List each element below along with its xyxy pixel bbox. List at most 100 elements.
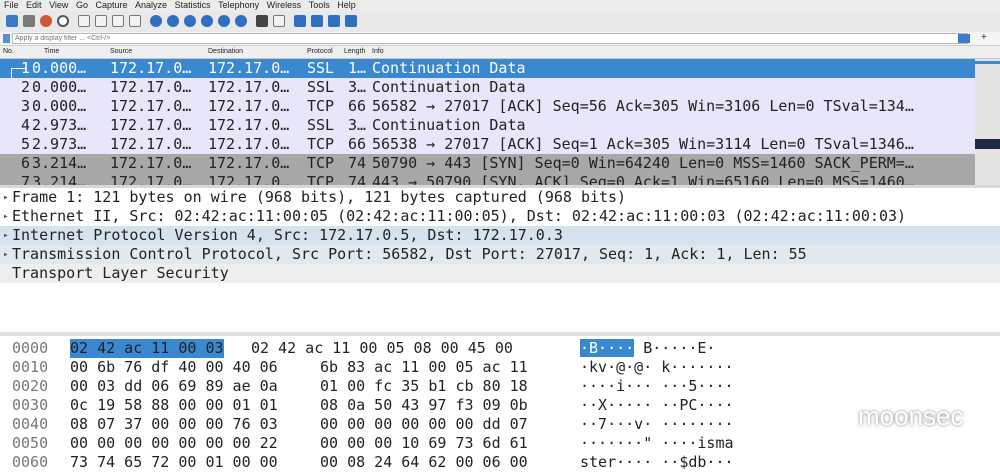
menu-statistics[interactable]: Statistics	[175, 0, 211, 10]
zoom-out-icon[interactable]	[311, 15, 323, 27]
ascii-text: ··7···v· ········	[580, 415, 734, 433]
ascii-text: ····i··· ···5····	[580, 377, 734, 395]
hex-bytes: 00 00 00 10 69 73 6d 61	[320, 434, 528, 452]
stop-capture-icon[interactable]	[23, 15, 35, 27]
packet-info: Continuation Data	[372, 78, 526, 96]
packet-protocol: SSL	[307, 59, 335, 77]
expand-arrow-icon[interactable]: ▶	[4, 226, 8, 245]
display-filter-bar: +	[0, 32, 1000, 46]
col-time[interactable]: Time	[44, 46, 59, 58]
packet-destination: 172.17.0…	[208, 59, 290, 77]
main-toolbar	[0, 11, 1000, 33]
resize-columns-icon[interactable]	[345, 15, 357, 27]
packet-time: 3.214…	[32, 173, 87, 185]
packet-row[interactable]: 3 0.000… 172.17.0… 172.17.0… TCP 66 5658…	[0, 97, 975, 116]
packet-time: 3.214…	[32, 154, 87, 172]
hex-offset: 0030	[12, 396, 49, 414]
save-file-icon[interactable]	[95, 15, 107, 27]
packet-length: 66	[348, 135, 367, 153]
col-info[interactable]: Info	[372, 46, 384, 58]
capture-options-icon[interactable]	[57, 15, 69, 27]
restart-capture-icon[interactable]	[40, 15, 52, 27]
menu-view[interactable]: View	[49, 0, 68, 10]
detail-ipv4[interactable]: ▶ Internet Protocol Version 4, Src: 172.…	[0, 226, 1000, 245]
detail-tcp[interactable]: ▶ Transmission Control Protocol, Src Por…	[0, 245, 1000, 264]
hex-offset: 0010	[12, 358, 49, 376]
watermark-text: moonsec	[858, 400, 964, 431]
bookmark-icon[interactable]	[3, 34, 10, 43]
menu-help[interactable]: Help	[337, 0, 356, 10]
packet-protocol: TCP	[307, 135, 335, 153]
col-protocol[interactable]: Protocol	[307, 46, 333, 58]
go-to-packet-icon[interactable]	[201, 15, 213, 27]
col-length[interactable]: Length	[344, 46, 365, 58]
col-destination[interactable]: Destination	[208, 46, 243, 58]
hex-row[interactable]: 0020 00 03 dd 06 69 89 ae 0a 01 00 fc 35…	[0, 377, 1000, 396]
expand-arrow-icon[interactable]: ▶	[4, 207, 8, 226]
expand-arrow-icon[interactable]: ▶	[4, 188, 8, 207]
packet-row[interactable]: 1 0.000… 172.17.0… 172.17.0… SSL 1… Cont…	[0, 59, 975, 78]
hex-row[interactable]: 0050 00 00 00 00 00 00 00 22 00 00 00 10…	[0, 434, 1000, 453]
last-packet-icon[interactable]	[235, 15, 247, 27]
packet-source: 172.17.0…	[110, 59, 192, 77]
detail-frame[interactable]: ▶ Frame 1: 121 bytes on wire (968 bits),…	[0, 188, 1000, 207]
packet-protocol: SSL	[307, 116, 335, 134]
col-source[interactable]: Source	[110, 46, 132, 58]
menu-telephony[interactable]: Telephony	[218, 0, 259, 10]
menu-wireless[interactable]: Wireless	[267, 0, 302, 10]
watermark: moonsec	[822, 398, 964, 434]
menu-edit[interactable]: Edit	[26, 0, 42, 10]
apply-filter-icon[interactable]	[958, 34, 970, 43]
hex-row[interactable]: 0000 02 42 ac 11 00 03 02 42 ac 11 00 05…	[0, 339, 1000, 358]
add-filter-button[interactable]: +	[981, 32, 987, 44]
reload-icon[interactable]	[129, 15, 141, 27]
packet-destination: 172.17.0…	[208, 97, 290, 115]
expand-arrow-icon[interactable]: ▶	[4, 245, 8, 264]
packet-length: 66	[348, 97, 367, 115]
scrollbar-thumb[interactable]	[975, 139, 1000, 149]
detail-text: Ethernet II, Src: 02:42:ac:11:00:05 (02:…	[12, 207, 907, 225]
menu-go[interactable]: Go	[76, 0, 88, 10]
packet-list-scrollbar[interactable]	[975, 59, 1000, 185]
ascii-text: ster···· ··$db···	[580, 453, 734, 471]
packet-details: ▶ Frame 1: 121 bytes on wire (968 bits),…	[0, 188, 1000, 332]
hex-offset: 0050	[12, 434, 49, 452]
open-file-icon[interactable]	[78, 15, 90, 27]
packet-row[interactable]: 7 3.214… 172.17.0… 172.17.0… TCP 74 443 …	[0, 173, 975, 185]
hex-bytes: 00 00 00 00 00 00 00 22	[70, 434, 278, 452]
packet-row[interactable]: 6 3.214… 172.17.0… 172.17.0… TCP 74 5079…	[0, 154, 975, 173]
packet-destination: 172.17.0…	[208, 116, 290, 134]
menu-analyze[interactable]: Analyze	[135, 0, 167, 10]
display-filter-input[interactable]	[12, 33, 968, 44]
zoom-in-icon[interactable]	[294, 15, 306, 27]
menu-tools[interactable]: Tools	[309, 0, 330, 10]
packet-source: 172.17.0…	[110, 173, 192, 185]
packet-row[interactable]: 5 2.973… 172.17.0… 172.17.0… TCP 66 5653…	[0, 135, 975, 154]
hex-bytes: 02 42 ac 11 00 05 08 00 45 00	[251, 339, 513, 357]
go-back-icon[interactable]	[167, 15, 179, 27]
packet-destination: 172.17.0…	[208, 154, 290, 172]
go-forward-icon[interactable]	[184, 15, 196, 27]
menu-capture[interactable]: Capture	[95, 0, 127, 10]
menu-file[interactable]: File	[4, 0, 19, 10]
packet-row[interactable]: 4 2.973… 172.17.0… 172.17.0… SSL 3… Cont…	[0, 116, 975, 135]
colorize-icon[interactable]	[273, 15, 285, 27]
col-no[interactable]: No.	[3, 46, 14, 58]
first-packet-icon[interactable]	[218, 15, 230, 27]
hex-bytes: 08 0a 50 43 97 f3 09 0b	[320, 396, 528, 414]
detail-ethernet[interactable]: ▶ Ethernet II, Src: 02:42:ac:11:00:05 (0…	[0, 207, 1000, 226]
close-file-icon[interactable]	[112, 15, 124, 27]
detail-tls[interactable]: Transport Layer Security	[0, 264, 1000, 283]
hex-row[interactable]: 0010 00 6b 76 df 40 00 40 06 6b 83 ac 11…	[0, 358, 1000, 377]
start-capture-icon[interactable]	[6, 15, 18, 27]
packet-length: 3…	[348, 116, 367, 134]
packet-time: 2.973…	[32, 116, 87, 134]
hex-row[interactable]: 0060 73 74 65 72 00 01 00 00 00 08 24 64…	[0, 453, 1000, 472]
normal-size-icon[interactable]	[328, 15, 340, 27]
packet-row[interactable]: 2 0.000… 172.17.0… 172.17.0… SSL 3… Cont…	[0, 78, 975, 97]
hex-bytes: 01 00 fc 35 b1 cb 80 18	[320, 377, 528, 395]
auto-scroll-icon[interactable]	[256, 15, 268, 27]
packet-protocol: TCP	[307, 173, 335, 185]
hex-bytes: 6b 83 ac 11 00 05 ac 11	[320, 358, 528, 376]
find-packet-icon[interactable]	[150, 15, 162, 27]
